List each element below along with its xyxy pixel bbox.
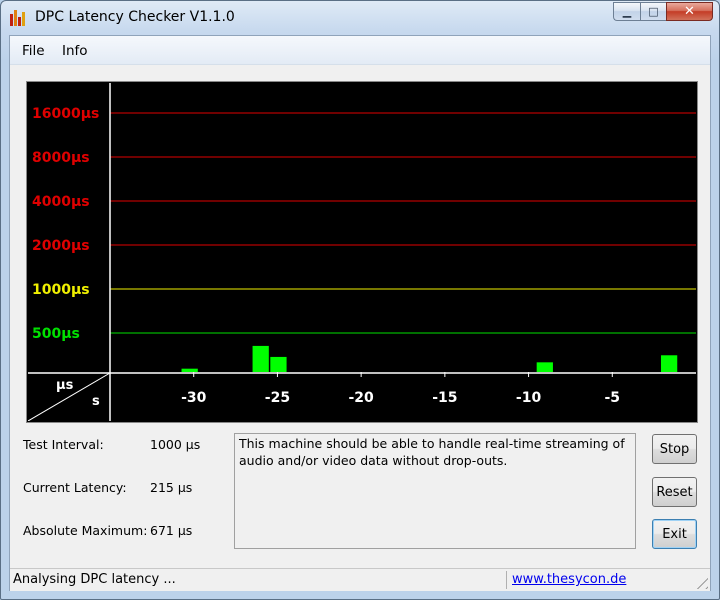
- x-tick-label: -25: [265, 390, 290, 406]
- latency-graph-frame: 16000µs 8000µs 4000µs 2000µs 1000µs 500µs µs s -…: [26, 81, 698, 423]
- absolute-max-label: Absolute Maximum:: [23, 523, 148, 538]
- status-text: Analysing DPC latency ...: [13, 572, 176, 587]
- resize-grip-icon[interactable]: [696, 577, 708, 589]
- client-area: File Info 16000µs 8000µs 4000µs 2000µs 1000µ…: [9, 35, 711, 591]
- latency-bar: [270, 356, 287, 372]
- y-tick-label: 500µs: [32, 326, 80, 342]
- reset-button[interactable]: Reset: [652, 477, 697, 507]
- close-button[interactable]: ✕: [666, 2, 713, 21]
- y-tick-label: 1000µs: [32, 282, 90, 298]
- latency-bar: [252, 345, 269, 372]
- stop-button[interactable]: Stop: [652, 434, 697, 464]
- current-latency-value: 215 µs: [150, 480, 193, 495]
- corner-label-us: µs: [56, 378, 74, 393]
- x-tick-label: -30: [181, 390, 207, 406]
- x-tick-label: -10: [516, 390, 542, 406]
- corner-label-s: s: [92, 394, 100, 409]
- x-tick-label: -5: [605, 390, 621, 406]
- menu-info[interactable]: Info: [62, 43, 88, 59]
- close-icon: ✕: [684, 4, 695, 19]
- maximize-button[interactable]: □: [640, 2, 666, 21]
- status-message-box: This machine should be able to handle re…: [234, 433, 636, 549]
- latency-bar: [536, 362, 553, 372]
- minimize-icon: ▁: [622, 5, 632, 18]
- minimize-button[interactable]: ▁: [613, 2, 640, 21]
- x-tick-label: -15: [432, 390, 457, 406]
- menu-file[interactable]: File: [22, 43, 45, 59]
- latency-bar: [181, 368, 198, 372]
- y-tick-label: 4000µs: [32, 194, 90, 210]
- y-tick-label: 2000µs: [32, 238, 90, 254]
- app-window: DPC Latency Checker V1.1.0 ▁ □ ✕ File In…: [0, 0, 720, 600]
- current-latency-label: Current Latency:: [23, 480, 127, 495]
- maximize-icon: □: [648, 5, 659, 18]
- latency-bar: [660, 355, 678, 372]
- y-tick-label: 16000µs: [32, 106, 99, 122]
- menu-bar: File Info: [10, 36, 710, 65]
- website-link[interactable]: www.thesycon.de: [512, 572, 626, 587]
- y-tick-label: 8000µs: [32, 150, 90, 166]
- test-interval-label: Test Interval:: [23, 437, 104, 452]
- test-interval-value: 1000 µs: [150, 437, 201, 452]
- exit-button[interactable]: Exit: [652, 519, 697, 549]
- caption-buttons: ▁ □ ✕: [613, 2, 713, 22]
- app-icon: [10, 10, 26, 26]
- latency-graph: 16000µs 8000µs 4000µs 2000µs 1000µs 500µs µs s -…: [28, 83, 696, 421]
- window-title: DPC Latency Checker V1.1.0: [35, 9, 235, 25]
- x-tick-label: -20: [348, 390, 374, 406]
- latency-chart: 16000µs 8000µs 4000µs 2000µs 1000µs 500µs µs s -…: [28, 83, 696, 421]
- absolute-max-value: 671 µs: [150, 523, 193, 538]
- title-bar[interactable]: DPC Latency Checker V1.1.0 ▁ □ ✕: [1, 1, 719, 35]
- status-divider: [506, 571, 507, 589]
- status-bar: Analysing DPC latency ... www.thesycon.d…: [10, 568, 710, 591]
